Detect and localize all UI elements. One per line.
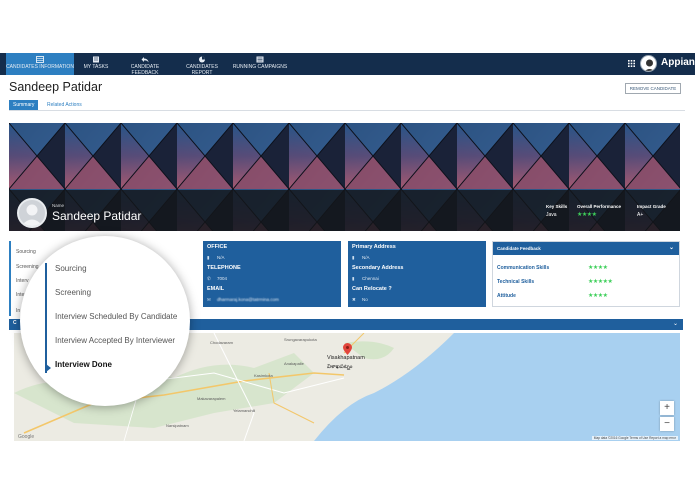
stages-rule <box>9 241 11 316</box>
reply-icon <box>141 57 149 63</box>
feedback-stars: ★★★★ <box>588 293 608 299</box>
building-icon: ▮ <box>352 255 355 260</box>
map-section-label: C <box>13 320 17 326</box>
can-relocate-label: Can Relocate ? <box>352 286 392 292</box>
close-icon: ✖ <box>352 297 356 302</box>
zoom-out-button[interactable]: − <box>660 417 674 431</box>
tab-divider <box>9 110 685 111</box>
secondary-address-value: Chennai <box>362 276 379 281</box>
map-place-label: Narsipatnam <box>166 423 189 428</box>
candidate-name: Sandeep Patidar <box>52 209 142 223</box>
nav-label: CANDIDATE FEEDBACK <box>130 64 160 76</box>
email-label: EMAIL <box>207 286 225 292</box>
feedback-label: Communication Skills <box>497 265 550 271</box>
tab-summary[interactable]: Summary <box>9 100 39 110</box>
nav-candidate-feedback[interactable]: CANDIDATE FEEDBACK <box>117 53 173 76</box>
nav-label: CANDIDATES REPORT <box>186 64 218 76</box>
stage-item[interactable]: Sourcing <box>16 249 36 255</box>
contact-card: OFFICE ▮ N/A TELEPHONE ✆ 7004 EMAIL ✉ dh… <box>203 241 341 307</box>
building-icon: ▮ <box>352 276 355 281</box>
nav-my-tasks[interactable]: MY TASKS <box>80 53 112 75</box>
telephone-label: TELEPHONE <box>207 265 241 271</box>
feedback-label: Technical Skills <box>497 279 535 285</box>
nav-candidates-information[interactable]: CANDIDATES INFORMATION <box>6 53 74 75</box>
nav-running-campaigns[interactable]: RUNNING CAMPAIGNS <box>232 53 288 75</box>
zoom-in-button[interactable]: + <box>660 401 674 415</box>
stage-interview-done[interactable]: Interview Done <box>55 360 112 369</box>
top-nav: CANDIDATES INFORMATION MY TASKS CANDIDAT… <box>0 53 695 76</box>
stages-rule <box>45 263 47 373</box>
overall-performance-stars: ★★★★ <box>577 212 597 218</box>
primary-address-label: Primary Address <box>352 244 396 250</box>
candidate-feedback-panel: Candidate Feedback ⌄ Communication Skill… <box>492 241 680 307</box>
map-place-label: Kasimkota <box>254 373 273 378</box>
user-silhouette-icon <box>644 59 655 71</box>
stage-screening[interactable]: Screening <box>55 288 91 297</box>
name-label: Name <box>52 203 65 208</box>
feedback-stars: ★★★★ <box>588 265 608 271</box>
feedback-stars: ★★★★★ <box>588 279 613 285</box>
office-value: N/A <box>217 255 225 260</box>
feedback-title: Candidate Feedback <box>497 246 541 251</box>
office-label: OFFICE <box>207 244 228 250</box>
map-pin-icon[interactable] <box>343 343 352 355</box>
map-place-label: Srungavarapukota <box>284 337 317 342</box>
tab-related-actions[interactable]: Related Actions <box>43 100 86 110</box>
overall-performance-label: Overall Performance <box>577 204 622 209</box>
impact-grade-label: Impact Grade <box>637 204 666 209</box>
user-avatar[interactable] <box>640 55 657 72</box>
nav-label: RUNNING CAMPAIGNS <box>232 64 288 70</box>
appian-logo: Appian <box>661 57 695 68</box>
secondary-address-label: Secondary Address <box>352 265 404 271</box>
building-icon: ▮ <box>207 255 210 260</box>
can-relocate-value: No <box>362 297 368 302</box>
remove-candidate-button[interactable]: REMOVE CANDIDATE <box>625 83 681 94</box>
map-attribution[interactable]: Map data ©2016 Google Terms of Use Repor… <box>591 436 678 440</box>
key-skills-value: Java <box>546 212 557 218</box>
stage-interview-scheduled[interactable]: Interview Scheduled By Candidate <box>55 312 177 321</box>
map-place-label: Makavarapalem <box>197 396 226 401</box>
nav-label: CANDIDATES INFORMATION <box>6 64 74 70</box>
impact-grade-value: A+ <box>637 212 644 218</box>
map-place-label: Chodavaram <box>210 340 233 345</box>
page-title: Sandeep Patidar <box>9 80 103 94</box>
map-place-label: Anakapalle <box>284 361 304 366</box>
feedback-label: Attitude <box>497 293 516 299</box>
google-logo: Google <box>18 434 35 440</box>
pie-chart-icon <box>199 56 205 63</box>
email-value[interactable]: dharmaraj.kona@tatrmina.com <box>217 297 279 302</box>
table-icon <box>36 56 44 63</box>
stage-item[interactable]: Screening <box>16 264 39 270</box>
nav-candidates-report[interactable]: CANDIDATES REPORT <box>176 53 228 76</box>
map-place-label: Yelamanchili <box>233 408 256 413</box>
feedback-header[interactable]: Candidate Feedback ⌄ <box>493 242 679 255</box>
chevron-down-icon[interactable]: ⌄ <box>669 242 674 255</box>
stage-interview-accepted[interactable]: Interview Accepted By Interviewer <box>55 336 175 345</box>
map-city-local-label: విశాఖపట్నం <box>327 364 353 370</box>
stage-sourcing[interactable]: Sourcing <box>55 264 87 273</box>
person-silhouette-icon <box>21 204 43 226</box>
telephone-value: 7004 <box>217 276 228 281</box>
primary-address-value: N/A <box>362 255 370 260</box>
map-city-label: Visakhapatnam <box>327 355 365 361</box>
chevron-down-icon[interactable]: ⌄ <box>673 320 678 327</box>
magnified-stages-callout: Sourcing Screening Interview Scheduled B… <box>20 236 190 406</box>
app-frame: CANDIDATES INFORMATION MY TASKS CANDIDAT… <box>0 53 695 441</box>
stage-item[interactable]: Interv <box>16 278 29 284</box>
phone-icon: ✆ <box>207 276 211 281</box>
nav-label: MY TASKS <box>83 64 109 70</box>
envelope-icon: ✉ <box>207 297 211 302</box>
address-card: Primary Address ▮ N/A Secondary Address … <box>348 241 486 307</box>
tasks-icon <box>93 56 99 63</box>
current-stage-marker-icon <box>46 364 51 372</box>
candidate-avatar <box>17 198 47 228</box>
apps-grid-icon[interactable] <box>628 60 635 67</box>
list-icon <box>256 56 264 63</box>
key-skills-label: Key Skills <box>546 204 568 209</box>
